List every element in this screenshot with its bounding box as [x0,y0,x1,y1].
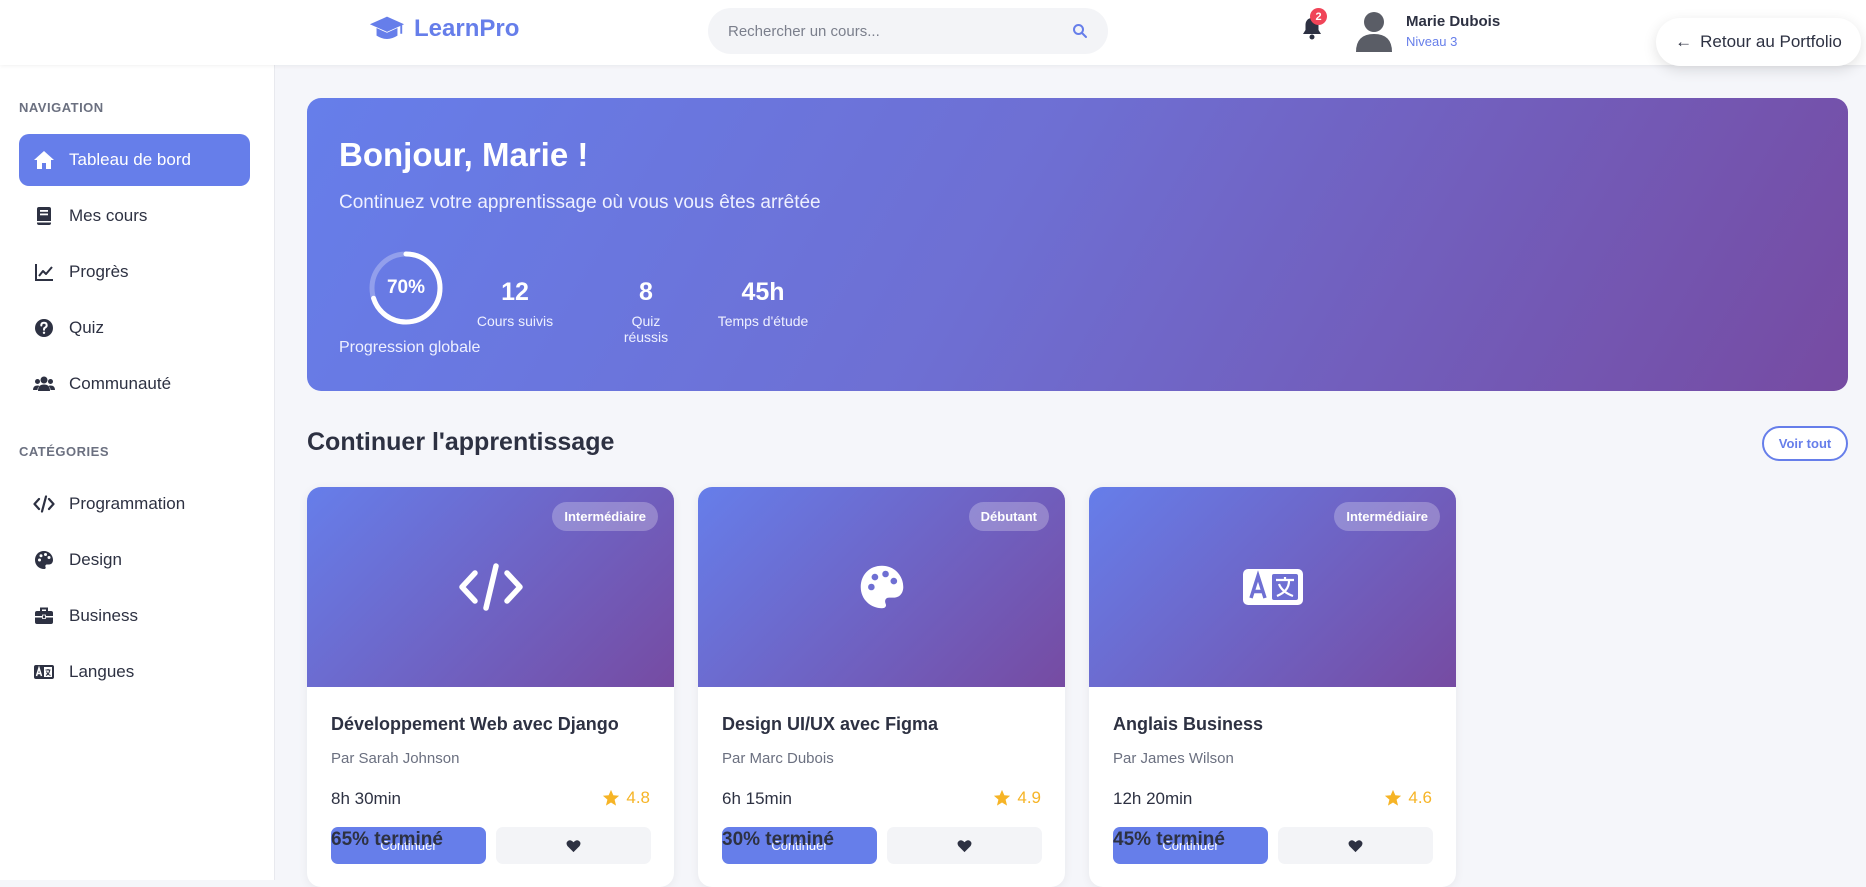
greeting-subtitle: Continuez votre apprentissage où vous vo… [339,192,821,213]
code-icon [458,563,523,611]
sidebar-item-label: Programmation [69,494,186,513]
favorite-button[interactable] [1278,827,1433,864]
language-icon [34,665,54,679]
logo-text: LearnPro [414,15,520,42]
search-input[interactable] [728,22,1072,40]
see-all-button[interactable]: Voir tout [1762,426,1848,461]
sidebar-item-label: Communauté [69,374,172,393]
rating-value: 4.9 [1017,788,1041,807]
course-progress: 45% terminé [1113,829,1225,850]
level-badge: Intermédiaire [552,502,658,531]
course-thumbnail: Intermédiaire [307,487,674,687]
course-title: Anglais Business [1113,714,1264,734]
sidebar-item-community[interactable]: Communauté [19,358,250,410]
course-duration: 12h 20min [1113,789,1193,808]
course-author: Par Sarah Johnson [331,750,460,767]
stat-study-time: 45h Temps d'étude [715,278,811,329]
heart-icon [1348,839,1363,852]
welcome-banner: Bonjour, Marie ! Continuez votre apprent… [307,98,1848,391]
stat-value: 45h [741,278,785,306]
nav-section-title: NAVIGATION [19,100,104,115]
course-rating: 4.6 [1384,788,1432,808]
language-icon [1242,569,1303,605]
stat-value: 8 [639,278,653,306]
star-icon [603,789,620,806]
course-author: Par Marc Dubois [722,750,834,767]
categories-section-title: CATÉGORIES [19,444,109,459]
arrow-left-icon: ← [1675,32,1693,51]
top-bar: LearnPro 2 Marie Dubois Niveau 3 [0,0,1866,65]
course-progress: 65% terminé [331,829,443,850]
rating-value: 4.8 [626,788,650,807]
course-thumbnail: Débutant [698,487,1065,687]
course-duration: 8h 30min [331,789,401,808]
sidebar: NAVIGATION Tableau de bord Mes cours Pro… [0,65,275,880]
briefcase-icon [35,607,53,624]
sidebar-item-label: Quiz [69,318,104,337]
sidebar-item-label: Progrès [69,262,129,281]
palette-icon [35,551,53,569]
user-level: Niveau 3 [1406,34,1458,49]
progress-label: Progression globale [339,339,481,356]
sidebar-item-label: Design [69,550,122,569]
sidebar-item-dashboard[interactable]: Tableau de bord [19,134,250,186]
greeting-title: Bonjour, Marie ! [339,136,589,173]
book-icon [37,207,51,225]
question-icon [35,319,53,337]
course-thumbnail: Intermédiaire [1089,487,1456,687]
graduation-cap-icon [369,16,405,39]
sidebar-item-label: Langues [69,662,135,681]
search-bar [708,8,1108,54]
sidebar-item-label: Tableau de bord [69,150,191,169]
course-rating: 4.9 [993,788,1041,808]
course-title: Design UI/UX avec Figma [722,714,939,734]
home-icon [34,151,54,169]
back-label: Retour au Portfolio [1700,32,1842,51]
sidebar-item-label: Mes cours [69,206,148,225]
stat-value: 12 [501,278,529,306]
course-duration: 6h 15min [722,789,792,808]
favorite-button[interactable] [496,827,651,864]
sidebar-item-my-courses[interactable]: Mes cours [19,190,250,242]
heart-icon [957,839,972,852]
chart-line-icon [35,264,53,281]
progress-percentage: 70% [386,277,426,298]
sidebar-item-progress[interactable]: Progrès [19,246,250,298]
star-icon [1385,789,1402,806]
star-icon [994,789,1011,806]
level-badge: Débutant [968,502,1049,531]
back-to-portfolio-button[interactable]: ← Retour au Portfolio [1656,18,1861,66]
search-icon[interactable] [1072,23,1088,39]
course-rating: 4.8 [602,788,650,808]
favorite-button[interactable] [887,827,1042,864]
stat-label: Temps d'étude [717,313,809,329]
stat-label: Quiz réussis [623,313,669,345]
sidebar-item-business[interactable]: Business [19,590,250,642]
sidebar-item-quiz[interactable]: Quiz [19,302,250,354]
course-card[interactable]: Intermédiaire Développement Web avec Dja… [307,487,674,887]
course-card[interactable]: Intermédiaire Anglais Business Par James… [1089,487,1456,887]
course-author: Par James Wilson [1113,750,1234,767]
palette-icon [860,565,903,609]
rating-value: 4.6 [1408,788,1432,807]
heart-icon [566,839,581,852]
course-title: Développement Web avec Django [331,714,619,734]
sidebar-item-languages[interactable]: Langues [19,646,250,698]
avatar[interactable] [1356,10,1392,52]
course-card[interactable]: Débutant Design UI/UX avec Figma Par Mar… [698,487,1065,887]
course-progress: 30% terminé [722,829,834,850]
notification-badge: 2 [1310,8,1327,25]
code-icon [33,495,55,513]
stat-quizzes: 8 Quiz réussis [608,278,684,345]
stat-courses: 12 Cours suivis [474,278,556,329]
level-badge: Intermédiaire [1334,502,1440,531]
sidebar-item-design[interactable]: Design [19,534,250,586]
logo[interactable]: LearnPro [368,14,519,44]
users-icon [33,376,55,391]
user-name: Marie Dubois [1406,13,1501,30]
sidebar-item-programming[interactable]: Programmation [19,478,250,530]
section-title: Continuer l'apprentissage [307,428,615,456]
stat-label: Cours suivis [476,313,554,329]
sidebar-item-label: Business [69,606,138,625]
